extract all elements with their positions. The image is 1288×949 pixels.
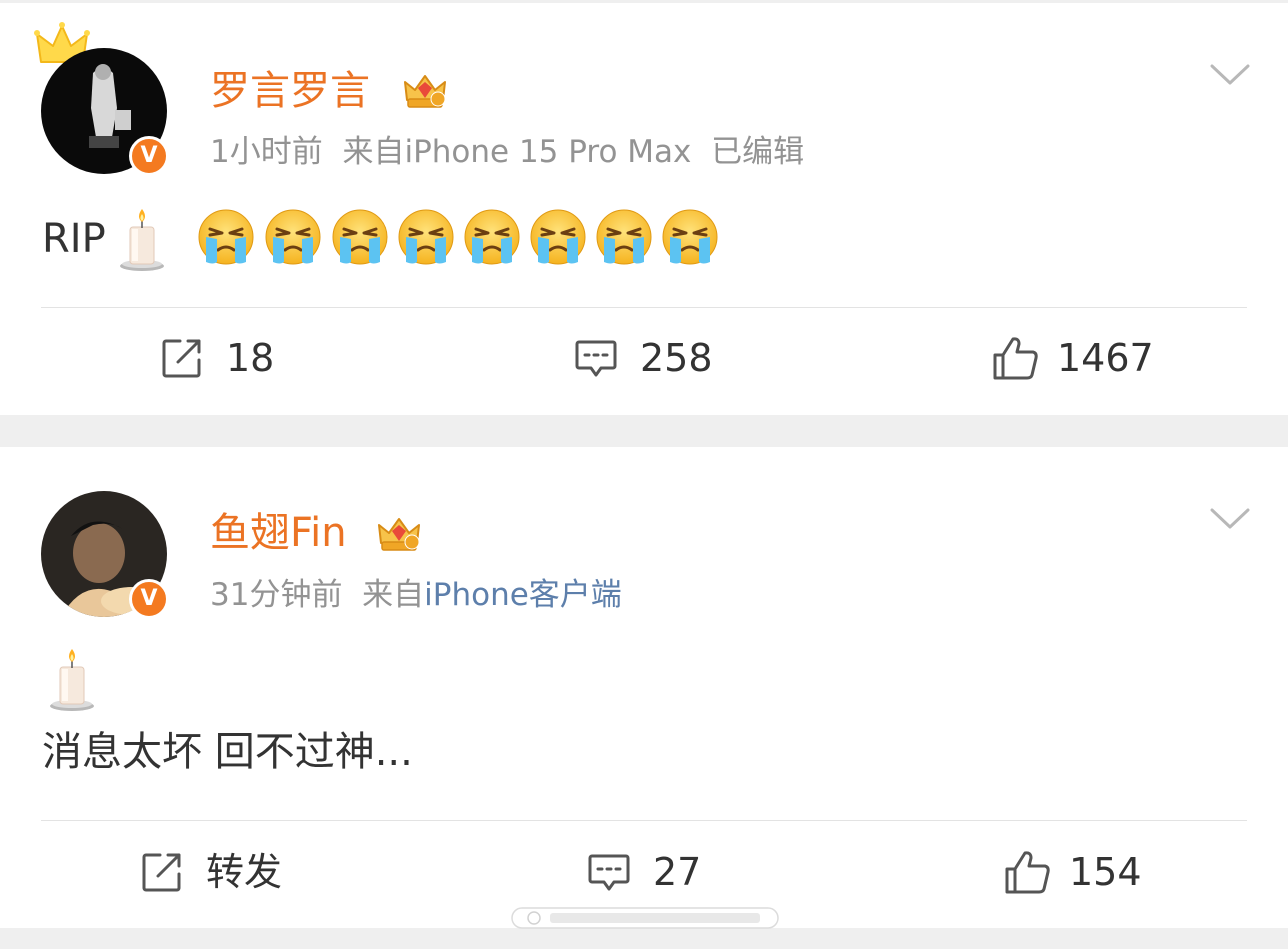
edited-label[interactable]: 已编辑 [711, 134, 804, 170]
post-time: 1小时前 [210, 134, 323, 170]
verified-icon: V [129, 136, 169, 176]
source-prefix: 来自 [342, 134, 405, 170]
repost-button[interactable]: 转发 [140, 847, 282, 897]
comment-icon [587, 850, 631, 894]
post-source-link[interactable]: iPhone客户端 [424, 577, 622, 613]
comment-count: 258 [640, 336, 713, 380]
crying-face-emoji-icon [463, 208, 521, 266]
comment-button[interactable]: 258 [574, 333, 713, 383]
divider [41, 307, 1247, 308]
post-text: RIP [42, 216, 106, 262]
crying-face-emoji-icon [529, 208, 587, 266]
post-card[interactable]: V 罗言罗言 1小时前 来自iPhone 15 Pro Max 已编辑 RIP … [0, 3, 1288, 415]
username[interactable]: 罗言罗言 [210, 71, 370, 111]
post-source: iPhone 15 Pro Max [404, 134, 692, 170]
candle-emoji-icon [117, 207, 167, 271]
divider [41, 820, 1247, 821]
post-meta: 31分钟前 来自iPhone客户端 [210, 580, 622, 611]
like-icon [991, 335, 1039, 381]
crying-face-emoji-icon [661, 208, 719, 266]
repost-label: 转发 [206, 850, 283, 894]
post-card[interactable]: V 鱼翅Fin 31分钟前 来自iPhone客户端 消息太坏 回不过神... 转… [0, 447, 1288, 928]
crying-face-emoji-icon [264, 208, 322, 266]
chevron-down-icon[interactable] [1210, 63, 1250, 87]
repost-count: 18 [226, 336, 275, 380]
crying-face-emoji-icon [197, 208, 255, 266]
crying-face-emoji-icon [595, 208, 653, 266]
like-button[interactable]: 154 [1003, 847, 1142, 897]
username[interactable]: 鱼翅Fin [210, 513, 347, 553]
crying-face-emoji-icon [331, 208, 389, 266]
verified-icon: V [129, 579, 169, 619]
post-time: 31分钟前 [210, 577, 343, 613]
chevron-down-icon[interactable] [1210, 507, 1250, 531]
member-crown-badge-icon [402, 68, 448, 112]
like-button[interactable]: 1467 [991, 333, 1154, 383]
post-meta: 1小时前 来自iPhone 15 Pro Max 已编辑 [210, 137, 804, 168]
post-text: 消息太坏 回不过神... [42, 729, 413, 775]
crying-face-emoji-icon [397, 208, 455, 266]
comment-button[interactable]: 27 [587, 847, 701, 897]
comment-icon [574, 336, 618, 380]
like-count: 154 [1069, 850, 1142, 894]
member-crown-badge-icon [376, 511, 422, 555]
repost-button[interactable]: 18 [160, 333, 274, 383]
like-icon [1003, 849, 1051, 895]
like-count: 1467 [1057, 336, 1154, 380]
source-prefix: 来自 [362, 577, 425, 613]
repost-icon [140, 850, 184, 894]
repost-icon [160, 336, 204, 380]
comment-count: 27 [653, 850, 702, 894]
candle-emoji-icon [47, 647, 97, 711]
watermark [511, 907, 779, 929]
